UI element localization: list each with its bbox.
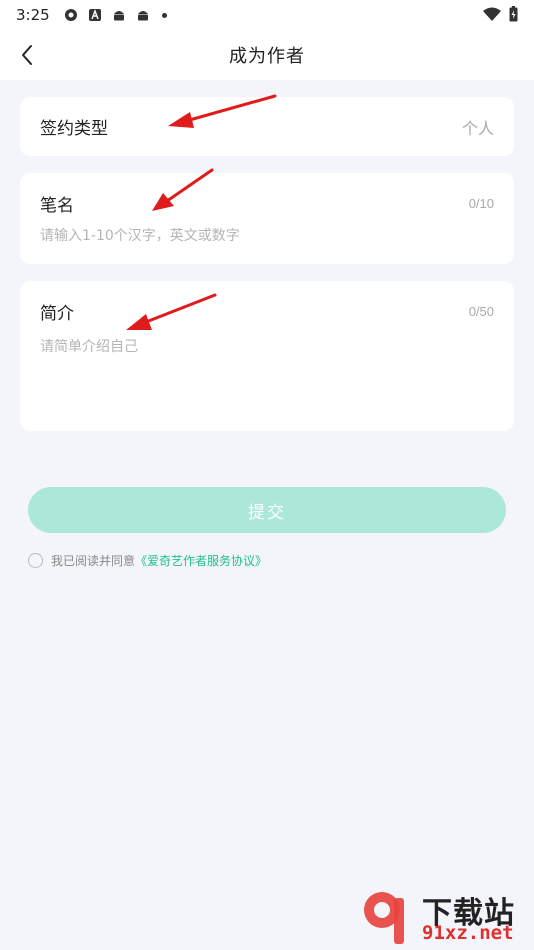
wifi-icon bbox=[483, 7, 501, 21]
sign-type-value: 个人 bbox=[461, 118, 494, 138]
sign-type-label: 签约类型 bbox=[40, 119, 108, 139]
intro-textarea[interactable] bbox=[40, 336, 494, 406]
watermark: 下载站 91xz.net bbox=[360, 886, 530, 950]
back-button[interactable] bbox=[12, 40, 42, 70]
android-icon-2 bbox=[137, 11, 148, 21]
annotation-arrow-1 bbox=[168, 94, 277, 128]
agreement-text: 我已阅读并同意 bbox=[51, 554, 136, 568]
sync-icon bbox=[64, 9, 77, 21]
agreement-link[interactable]: 《爱奇艺作者服务协议》 bbox=[135, 552, 267, 569]
android-icon bbox=[113, 11, 124, 21]
annotation-arrow-2 bbox=[152, 168, 214, 211]
battery-icon bbox=[509, 6, 518, 22]
chevron-left-icon bbox=[22, 45, 32, 65]
intro-card: 简介 0/50 bbox=[20, 281, 514, 431]
notification-dot-icon bbox=[161, 12, 167, 18]
pen-name-counter: 0/10 bbox=[468, 196, 494, 211]
intro-label: 简介 bbox=[40, 304, 74, 324]
intro-counter: 0/50 bbox=[468, 304, 494, 319]
status-bar: 3:25 bbox=[0, 0, 534, 30]
pen-name-input[interactable] bbox=[40, 228, 494, 244]
agreement-radio[interactable] bbox=[28, 553, 43, 568]
nav-bar: 成为作者 bbox=[0, 30, 534, 80]
pen-name-label: 笔名 bbox=[40, 196, 74, 216]
status-time: 3:25 bbox=[16, 6, 50, 24]
page-title: 成为作者 bbox=[229, 46, 305, 67]
submit-button[interactable]: 提交 bbox=[28, 487, 506, 533]
watermark-url: 91xz.net bbox=[422, 922, 514, 944]
agreement-row: 我已阅读并同意 《爱奇艺作者服务协议》 bbox=[28, 552, 267, 569]
watermark-logo-icon bbox=[364, 892, 404, 944]
pen-name-card: 笔名 0/10 bbox=[20, 173, 514, 264]
annotation-arrow-3 bbox=[126, 293, 217, 330]
app-a-icon bbox=[88, 9, 101, 21]
